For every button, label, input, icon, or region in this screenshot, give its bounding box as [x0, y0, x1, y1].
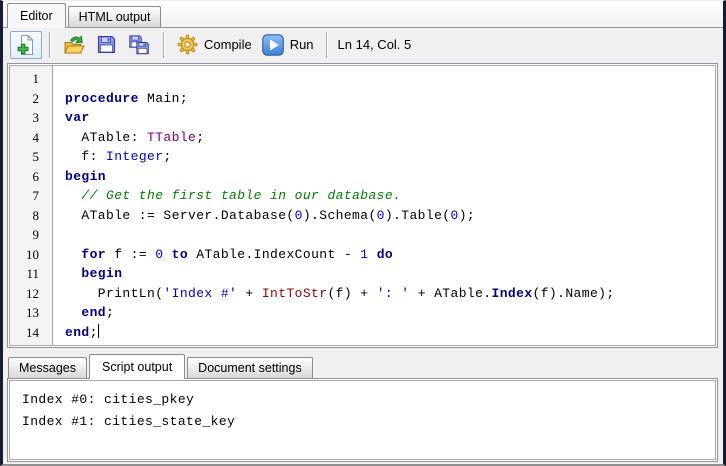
output-line: Index #1: cities_state_key [22, 414, 236, 429]
toolbar: Compile Run Ln 14, Col. 5 [3, 28, 723, 61]
toolbar-separator [49, 31, 51, 58]
code-line[interactable]: end; [65, 323, 715, 343]
code-line[interactable]: end; [65, 303, 715, 323]
code-line[interactable]: ATable: TTable; [65, 128, 715, 148]
save-all-button[interactable] [122, 31, 156, 59]
line-number: 1 [32, 71, 40, 86]
line-number: 9 [32, 227, 40, 242]
line-number: 12 [26, 285, 39, 301]
tab-html-output[interactable]: HTML output [67, 6, 162, 27]
code-editor-panel: 1 2 3 4 5 6 7 8 9 10 11 12 13 14 procedure Main; var A… [7, 63, 718, 348]
text-caret [97, 323, 99, 338]
new-document-button[interactable] [10, 30, 42, 59]
gutter: 1 2 3 4 5 6 7 8 9 10 11 12 13 14 [10, 66, 53, 345]
compile-label: Compile [204, 37, 252, 52]
line-number: 5 [32, 149, 40, 164]
code-line[interactable] [65, 69, 715, 89]
save-all-icon [129, 34, 149, 54]
line-number: 7 [32, 188, 40, 203]
tab-script-output[interactable]: Script output [88, 354, 186, 379]
code-line[interactable]: PrintLn('Index #' + IntToStr(f) + ': ' +… [65, 284, 715, 304]
run-button[interactable]: Run [257, 31, 319, 59]
output-area: Index #0: cities_pkey Index #1: cities_st… [9, 380, 716, 460]
line-number: 11 [26, 266, 39, 281]
line-number: 3 [32, 110, 40, 125]
code-line[interactable]: for f := 0 to ATable.IndexCount - 1 do [65, 245, 715, 265]
run-play-icon [261, 33, 284, 56]
top-tabbar: Editor HTML output [3, 1, 723, 28]
line-number: 14 [26, 324, 39, 340]
code-area[interactable]: procedure Main; var ATable: TTable; f: In… [53, 66, 715, 345]
app-window: Editor HTML output Compile Run Ln 14, Co… [0, 0, 726, 466]
code-line[interactable]: begin [65, 167, 715, 187]
tab-document-settings[interactable]: Document settings [187, 357, 313, 378]
new-document-icon [17, 33, 34, 55]
code-line[interactable]: var [65, 108, 715, 128]
script-output-panel[interactable]: Index #0: cities_pkey Index #1: cities_st… [7, 378, 718, 462]
code-line[interactable]: ATable := Server.Database(0).Schema(0).T… [65, 206, 715, 226]
save-button[interactable] [91, 31, 122, 58]
line-number: 4 [32, 129, 40, 145]
code-line[interactable]: begin [65, 264, 715, 284]
run-label: Run [289, 37, 314, 52]
compile-gear-icon [177, 34, 198, 55]
open-file-icon [64, 34, 85, 53]
save-icon [97, 35, 116, 54]
code-line[interactable] [65, 225, 715, 245]
line-number: 10 [26, 246, 39, 262]
line-number: 8 [32, 207, 40, 223]
code-line[interactable]: procedure Main; [65, 89, 715, 109]
line-number: 2 [32, 90, 40, 106]
compile-button[interactable]: Compile [172, 31, 257, 58]
cursor-position-status: Ln 14, Col. 5 [337, 37, 412, 52]
tab-messages[interactable]: Messages [8, 357, 87, 378]
output-line: Index #0: cities_pkey [22, 392, 195, 407]
bottom-tabbar: Messages Script output Document settings [3, 352, 723, 379]
line-number: 13 [26, 305, 39, 320]
code-line[interactable]: // Get the first table in our database. [65, 186, 715, 206]
open-file-button[interactable] [58, 31, 91, 59]
code-line[interactable]: f: Integer; [65, 147, 715, 167]
tab-editor[interactable]: Editor [7, 3, 66, 28]
toolbar-separator [325, 31, 328, 58]
line-number: 6 [32, 168, 40, 184]
toolbar-separator [163, 31, 165, 58]
